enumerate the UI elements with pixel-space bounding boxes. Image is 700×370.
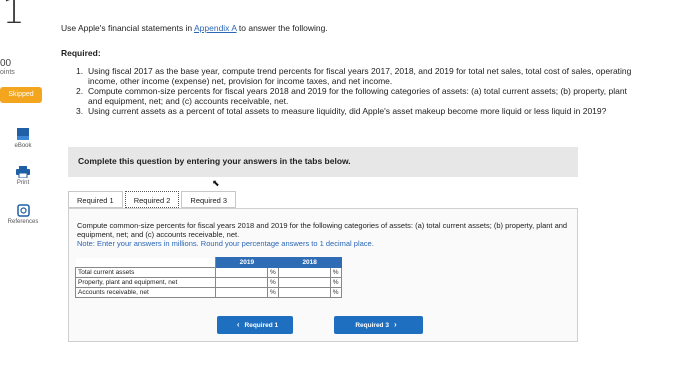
panel-note: Note: Enter your answers in millions. Ro…: [77, 239, 374, 248]
prev-button-label: Required 1: [244, 322, 279, 329]
required-item-number: 3.: [76, 106, 84, 116]
required-item-number: 2.: [76, 86, 84, 96]
table-header-row: 2019 2018: [75, 257, 342, 268]
required-item-text: Compute common-size percents for fiscal …: [88, 86, 627, 106]
instructions-prefix: Use Apple's financial statements in: [61, 23, 194, 33]
required-item: 1. Using fiscal 2017 as the base year, c…: [76, 66, 636, 86]
input-2019-accounts-receivable[interactable]: [215, 287, 268, 298]
percent-sign: %: [267, 277, 279, 288]
instructions-suffix: to answer the following.: [236, 23, 328, 33]
instructions-banner: Complete this question by entering your …: [68, 147, 578, 177]
print-label: Print: [16, 180, 30, 186]
table-header-blank: [75, 257, 216, 268]
required-item: 2. Compute common-size percents for fisc…: [76, 86, 636, 106]
row-label: Property, plant and equipment, net: [75, 277, 216, 288]
table-row: Accounts receivable, net % %: [75, 287, 342, 298]
next-button-label: Required 3: [355, 322, 389, 329]
table-row: Property, plant and equipment, net % %: [75, 277, 342, 288]
print-icon: [16, 166, 30, 178]
input-2019-total-current-assets[interactable]: [215, 267, 268, 278]
input-2018-accounts-receivable[interactable]: [277, 287, 331, 298]
chevron-right-icon: ›: [393, 320, 397, 329]
points-value: 00: [0, 58, 12, 69]
references-icon: [16, 204, 30, 217]
table-row: Total current assets % %: [75, 267, 342, 278]
input-2018-ppe-net[interactable]: [277, 277, 331, 288]
column-header-2019: 2019: [215, 257, 279, 268]
required-item-text: Using current assets as a percent of tot…: [88, 106, 607, 116]
required-title: Required:: [61, 48, 101, 58]
required-item-text: Using fiscal 2017 as the base year, comp…: [88, 66, 632, 86]
input-2018-total-current-assets[interactable]: [277, 267, 331, 278]
appendix-link[interactable]: Appendix A: [194, 23, 237, 33]
print-button[interactable]: Print: [0, 166, 46, 186]
percent-sign: %: [330, 267, 342, 278]
panel-description-text: Compute common-size percents for fiscal …: [77, 221, 568, 239]
references-button[interactable]: References: [0, 204, 46, 225]
ebook-icon: [17, 128, 29, 140]
panel-description: Compute common-size percents for fiscal …: [77, 221, 572, 248]
percent-sign: %: [267, 287, 279, 298]
percent-sign: %: [267, 267, 279, 278]
instructions: Use Apple's financial statements in Appe…: [61, 23, 328, 33]
required-item-number: 1.: [76, 66, 84, 76]
row-label: Total current assets: [75, 267, 216, 278]
percent-sign: %: [330, 287, 342, 298]
references-label: References: [7, 219, 39, 225]
required-item: 3. Using current assets as a percent of …: [76, 106, 636, 116]
required-list: 1. Using fiscal 2017 as the base year, c…: [76, 66, 636, 116]
column-header-2018: 2018: [277, 257, 342, 268]
status-badge: Skipped: [0, 87, 42, 103]
points-label: oints: [0, 69, 15, 76]
percent-sign: %: [330, 277, 342, 288]
row-label: Accounts receivable, net: [75, 287, 216, 298]
tab-bar: Required 1 Required 2 Required 3: [68, 191, 238, 208]
tab-required-3[interactable]: Required 3: [181, 191, 237, 208]
ebook-button[interactable]: eBook: [0, 127, 46, 149]
ebook-label: eBook: [14, 143, 32, 149]
question-number: 1: [2, 0, 25, 32]
tab-required-2[interactable]: Required 2: [124, 191, 180, 208]
input-2019-ppe-net[interactable]: [215, 277, 268, 288]
answer-panel: Compute common-size percents for fiscal …: [68, 208, 578, 342]
mouse-cursor-icon: ⬉: [212, 178, 220, 188]
tab-required-1[interactable]: Required 1: [68, 191, 123, 208]
next-button[interactable]: Required 3 ›: [334, 316, 423, 334]
common-size-table: 2019 2018 Total current assets % % Prope…: [75, 257, 342, 298]
chevron-left-icon: ‹: [236, 320, 240, 329]
prev-button[interactable]: ‹ Required 1: [217, 316, 293, 334]
